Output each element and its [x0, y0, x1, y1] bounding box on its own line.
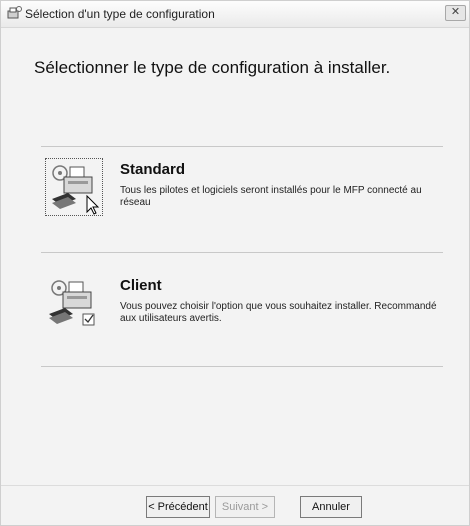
setup-dialog: Sélection d'un type de configuration ✕ S…	[0, 0, 470, 526]
divider-middle	[41, 252, 443, 253]
close-button[interactable]: ✕	[445, 5, 466, 21]
cancel-button[interactable]: Annuler	[300, 496, 362, 518]
printer-client-icon[interactable]	[45, 274, 103, 332]
divider-top	[41, 146, 443, 147]
option-client-description: Vous pouvez choisir l'option que vous so…	[120, 301, 437, 324]
footer-separator	[1, 485, 469, 486]
divider-bottom	[41, 366, 443, 367]
setup-app-icon	[7, 6, 22, 19]
option-standard[interactable]: Standard Tous les pilotes et logiciels s…	[45, 158, 445, 238]
title-bar[interactable]: Sélection d'un type de configuration ✕	[1, 1, 469, 28]
option-standard-description: Tous les pilotes et logiciels seront ins…	[120, 185, 422, 208]
page-title: Sélectionner le type de configuration à …	[34, 58, 391, 77]
back-button[interactable]: < Précédent	[146, 496, 210, 518]
option-client[interactable]: Client Vous pouvez choisir l'option que …	[45, 274, 445, 354]
option-standard-title: Standard	[120, 161, 186, 178]
next-button[interactable]: Suivant >	[215, 496, 275, 518]
option-client-title: Client	[120, 277, 162, 294]
window-title: Sélection d'un type de configuration	[25, 7, 215, 21]
printer-standard-icon[interactable]	[45, 158, 103, 216]
